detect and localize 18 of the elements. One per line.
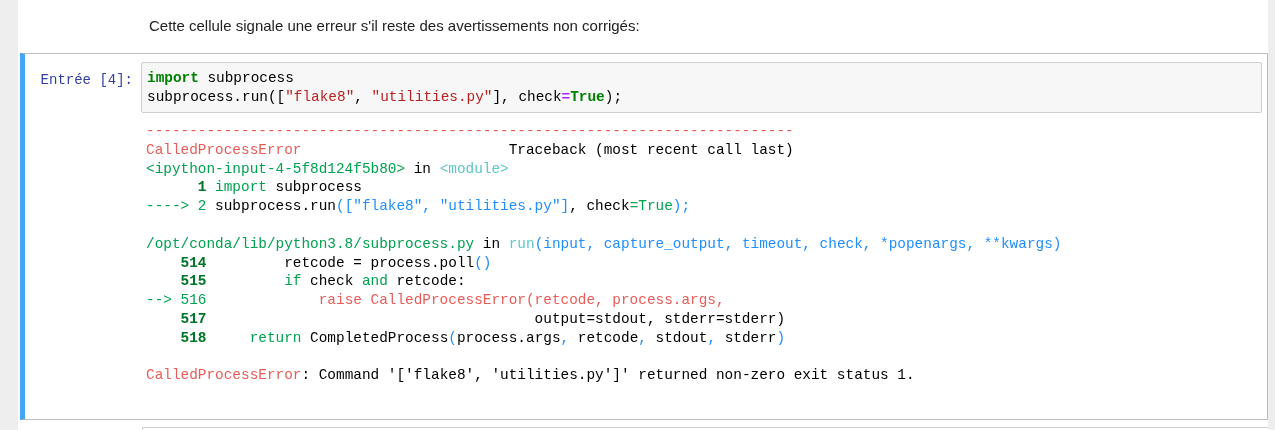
output-line: 514 retcode = process.poll() xyxy=(179,253,493,273)
output-line: CalledProcessError: Command '['flake8', 'utilities.py']' returned non-zero exit status 1. xyxy=(146,366,916,386)
output-line: --> 516 raise CalledProcessError(retcode, process.args, xyxy=(146,291,726,310)
output-line: 518 return CompletedProcess(process.args, retcode, stdout, stderr) xyxy=(179,328,787,348)
code-line: subprocess.run(["flake8", "utilities.py"], check=True); xyxy=(147,87,624,107)
code-input[interactable]: import subprocess subprocess.run(["flake8", "utilities.py"], check=True); xyxy=(141,62,1262,113)
output-line: 517 output=stdout, stderr=stderr) xyxy=(179,309,787,329)
output-line: <ipython-input-4-5f8d124f5b80> in <module> xyxy=(146,159,510,179)
output-line: 1 import subprocess xyxy=(196,178,363,198)
output-line: /opt/conda/lib/python3.8/subprocess.py in run(input, capture_output, timeout, check, *popenargs, **kwargs) xyxy=(146,234,1063,254)
output-line: --------------------------------------------------------------------------- xyxy=(146,122,795,141)
code-line: import subprocess xyxy=(147,69,295,88)
output-line: ----> 2 subprocess.run(["flake8", "utilities.py"], check=True); xyxy=(146,197,692,216)
output-line: CalledProcessError Traceback (most recent call last) xyxy=(146,140,795,160)
code-cell[interactable] xyxy=(20,53,1268,420)
markdown-text: Cette cellule signale une erreur s'il reste des avertissements non corrigés: xyxy=(148,16,641,36)
output-line: 515 if check and retcode: xyxy=(179,272,467,292)
input-prompt: Entrée [4]: xyxy=(39,71,134,90)
